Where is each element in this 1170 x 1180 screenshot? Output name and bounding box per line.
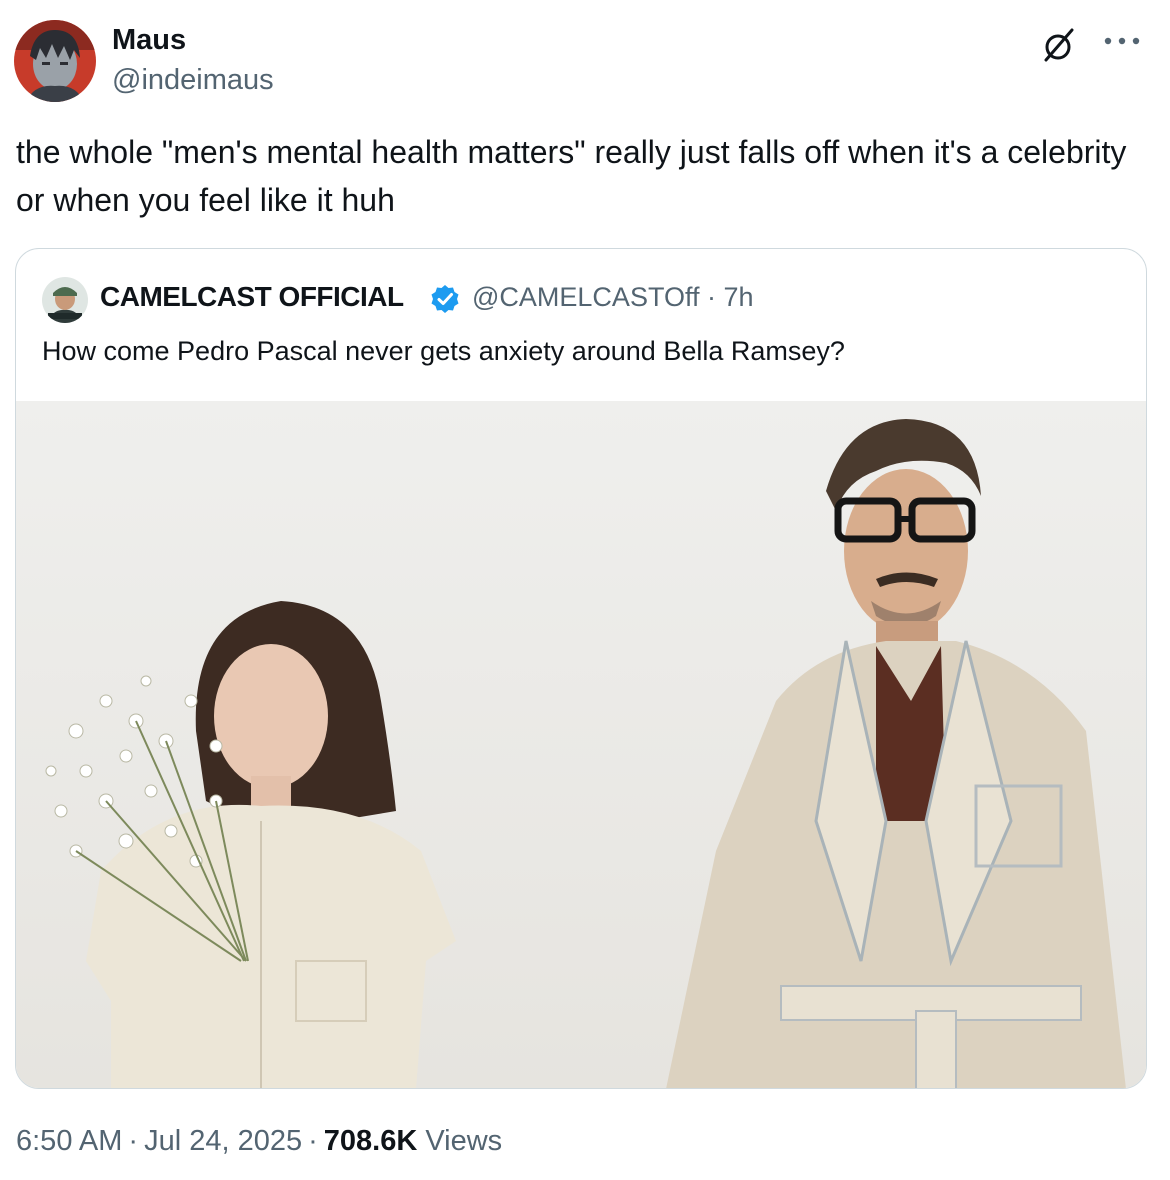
quoted-tweet-photo[interactable]	[16, 401, 1146, 1088]
grok-icon[interactable]	[1040, 26, 1078, 64]
quoted-author-avatar[interactable]	[42, 277, 88, 323]
tweet-text: the whole "men's mental health matters" …	[16, 134, 1127, 218]
author-avatar[interactable]	[14, 20, 96, 102]
more-options-icon[interactable]	[1100, 26, 1144, 56]
tweet-time[interactable]: 6:50 AM	[16, 1125, 122, 1157]
views-label: Views	[425, 1125, 503, 1157]
quoted-tweet-text: How come Pedro Pascal never gets anxiety…	[42, 336, 845, 366]
quoted-time[interactable]: 7h	[724, 282, 754, 312]
footer-separator: ·	[308, 1125, 318, 1157]
tweet-date[interactable]: Jul 24, 2025	[144, 1125, 302, 1157]
quoted-author-handle[interactable]: @CAMELCASTOff	[472, 282, 699, 312]
verified-badge-icon	[431, 285, 459, 313]
quoted-tweet-card[interactable]: CAMELCAST OFFICIAL @CAMELCASTOff · 7h Ho…	[15, 248, 1147, 1089]
views-count[interactable]: 708.6K	[324, 1125, 418, 1157]
quoted-meta: @CAMELCASTOff · 7h	[472, 282, 754, 313]
quoted-avatar-icon	[42, 277, 88, 323]
tweet-footer: 6:50 AM · Jul 24, 2025 · 708.6K Views	[16, 1125, 502, 1158]
author-name[interactable]: Maus	[112, 24, 186, 57]
meta-separator: ·	[707, 282, 716, 312]
quoted-author-name[interactable]: CAMELCAST OFFICIAL	[100, 281, 404, 313]
profile-avatar-icon	[14, 20, 96, 102]
photo-illustration	[16, 401, 1146, 1088]
author-handle[interactable]: @indeimaus	[112, 64, 274, 97]
footer-separator: ·	[128, 1125, 139, 1157]
